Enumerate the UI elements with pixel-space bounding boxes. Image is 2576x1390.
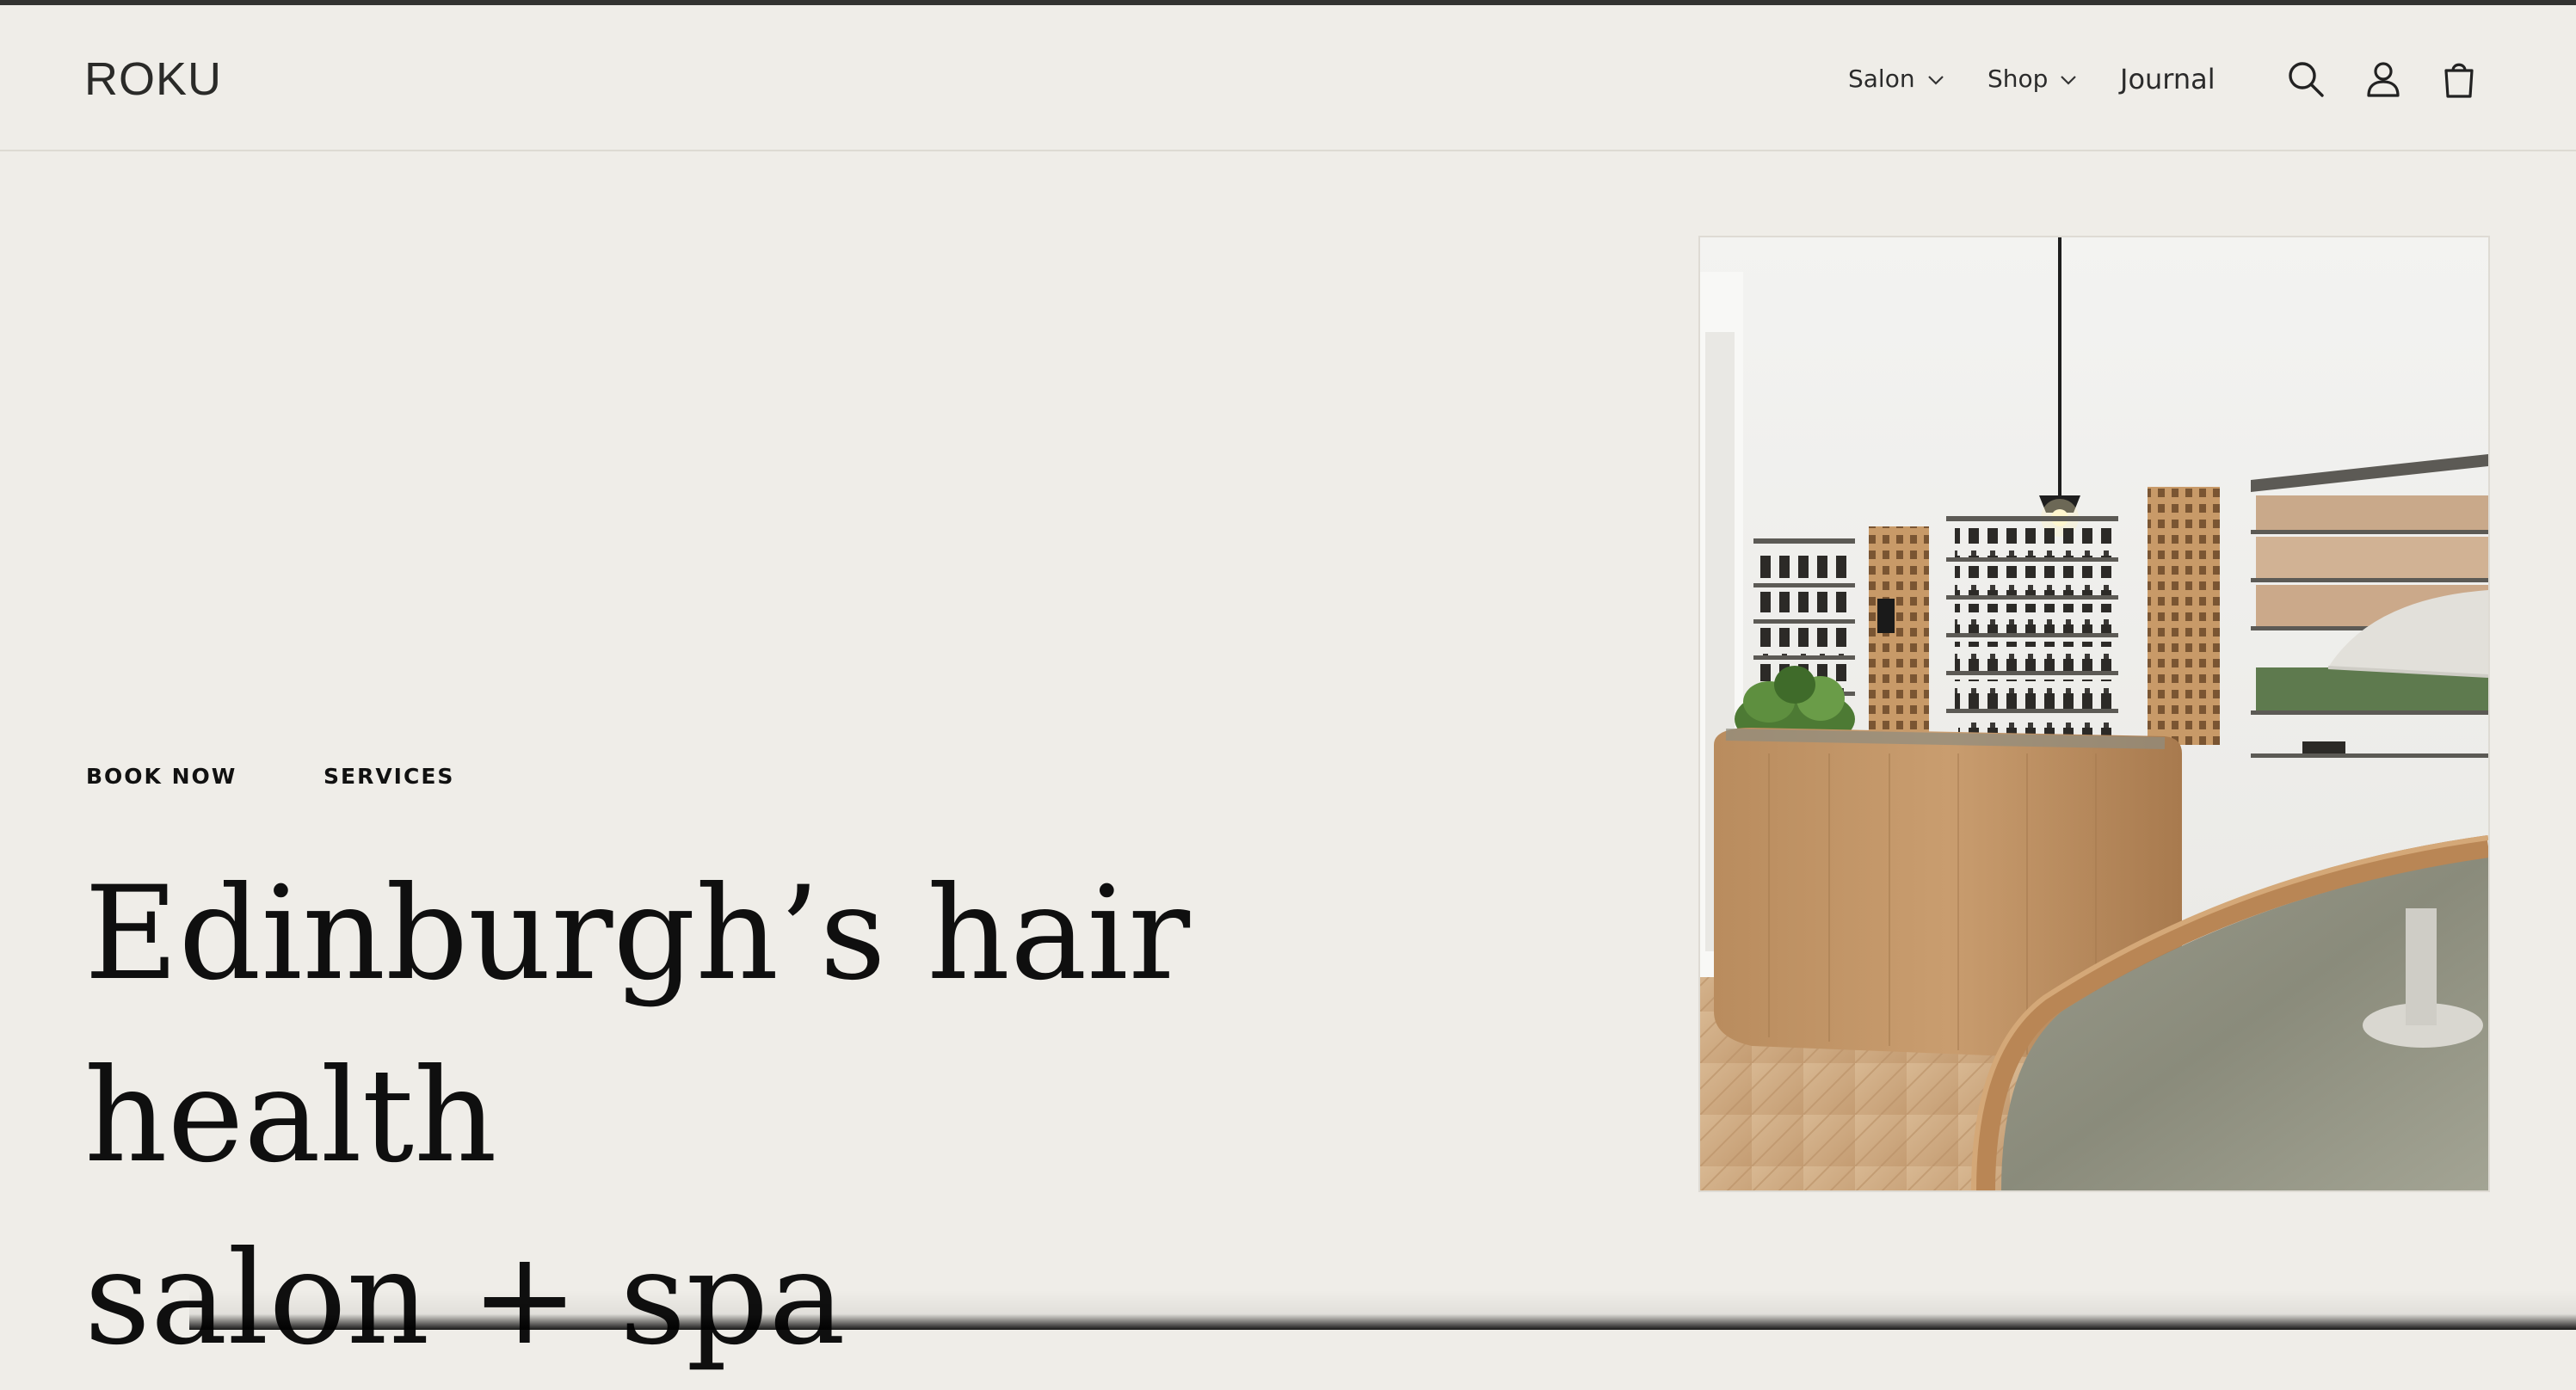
salon-interior-image — [1698, 236, 2490, 1192]
nav-salon[interactable]: Salon — [1848, 52, 1944, 107]
account-icon[interactable] — [2363, 58, 2404, 100]
salon-interior-illustration — [1700, 237, 2488, 1190]
nav-journal[interactable]: Journal — [2120, 52, 2215, 107]
nav-shop-label: Shop — [1987, 65, 2049, 93]
cart-icon[interactable] — [2438, 58, 2480, 100]
nav-shop[interactable]: Shop — [1987, 52, 2077, 107]
bottom-shadow — [189, 1290, 2576, 1330]
nav-salon-label: Salon — [1848, 65, 1915, 93]
hero-title-line1: Edinburgh’s hair health — [84, 859, 1191, 1191]
site-logo[interactable]: ROKU — [84, 52, 222, 107]
site-header: ROKU Salon Shop Journal — [0, 5, 2576, 151]
services-link[interactable]: SERVICES — [324, 764, 454, 789]
chevron-down-icon — [2061, 76, 2077, 85]
search-icon[interactable] — [2285, 58, 2326, 100]
chevron-down-icon — [1927, 76, 1944, 85]
book-now-link[interactable]: BOOK NOW — [86, 764, 237, 789]
